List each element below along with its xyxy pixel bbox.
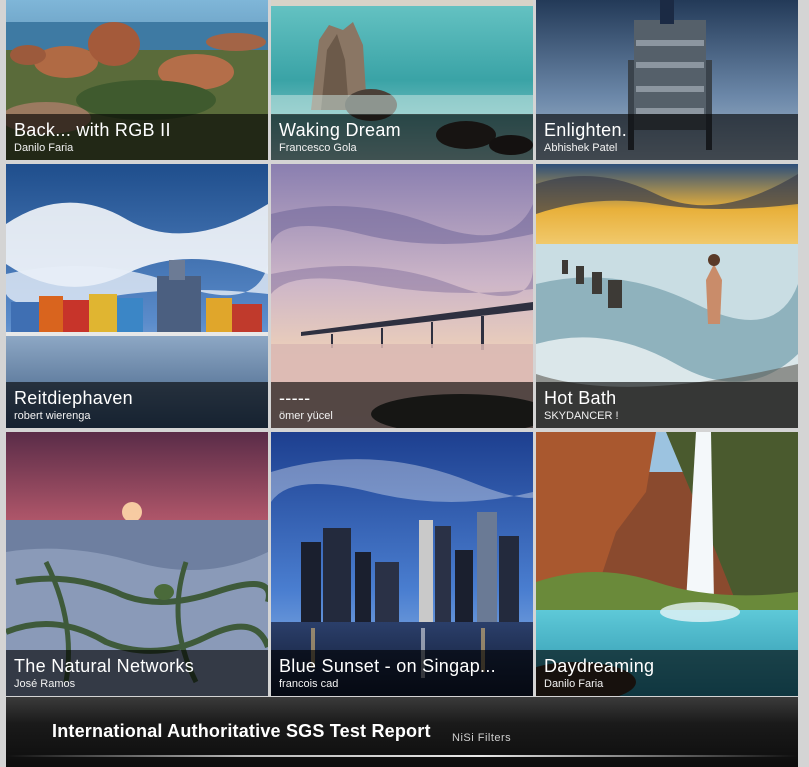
tile-caption: ----- ömer yücel [271,382,533,428]
tile-author: ömer yücel [279,410,333,422]
banner-highlight-line [6,755,798,757]
tile-author: Francesco Gola [279,142,357,154]
photo-tile[interactable]: Daydreaming Danilo Faria [536,432,798,696]
banner-heading: International Authoritative SGS Test Rep… [52,721,431,741]
tile-author: SKYDANCER ! [544,410,619,422]
tile-title: Blue Sunset - on Singap... [279,656,496,676]
tile-title: Back... with RGB II [14,120,171,140]
tile-caption: Back... with RGB II Danilo Faria [6,114,268,160]
tile-author: Danilo Faria [544,678,604,690]
photo-tile[interactable]: Back... with RGB II Danilo Faria [6,0,268,160]
photo-tile[interactable]: Reitdiephaven robert wierenga [6,164,268,428]
tile-author: Abhishek Patel [544,142,618,154]
photo-tile[interactable]: Blue Sunset - on Singap... francois cad [271,432,533,696]
gallery-page: Back... with RGB II Danilo Faria Waking … [0,0,809,767]
tile-caption: Daydreaming Danilo Faria [536,650,798,696]
sgs-report-banner[interactable]: International Authoritative SGS Test Rep… [6,697,798,767]
tile-caption: Blue Sunset - on Singap... francois cad [271,650,533,696]
tile-caption: Waking Dream Francesco Gola [271,114,533,160]
photo-tile[interactable]: The Natural Networks José Ramos [6,432,268,696]
tile-author: robert wierenga [14,410,91,422]
photo-tile[interactable]: Hot Bath SKYDANCER ! [536,164,798,428]
tile-caption: Reitdiephaven robert wierenga [6,382,268,428]
tile-title: ----- [279,388,311,408]
photo-tile[interactable]: ----- ömer yücel [271,164,533,428]
tile-author: Danilo Faria [14,142,74,154]
tile-title: Hot Bath [544,388,617,408]
tile-caption: The Natural Networks José Ramos [6,650,268,696]
tile-author: francois cad [279,678,339,690]
banner-brand: NiSi Filters [452,732,512,744]
photo-tile[interactable]: Enlighten. Abhishek Patel [536,0,798,160]
tile-title: Daydreaming [544,656,655,676]
photo-grid: Back... with RGB II Danilo Faria Waking … [6,0,798,696]
tile-title: Enlighten. [544,120,628,140]
tile-title: The Natural Networks [14,656,195,676]
tile-title: Waking Dream [279,120,401,140]
tile-author: José Ramos [14,678,76,690]
photo-tile[interactable]: Waking Dream Francesco Gola [271,0,533,160]
tile-caption: Enlighten. Abhishek Patel [536,114,798,160]
tile-title: Reitdiephaven [14,388,133,408]
tile-caption: Hot Bath SKYDANCER ! [536,382,798,428]
